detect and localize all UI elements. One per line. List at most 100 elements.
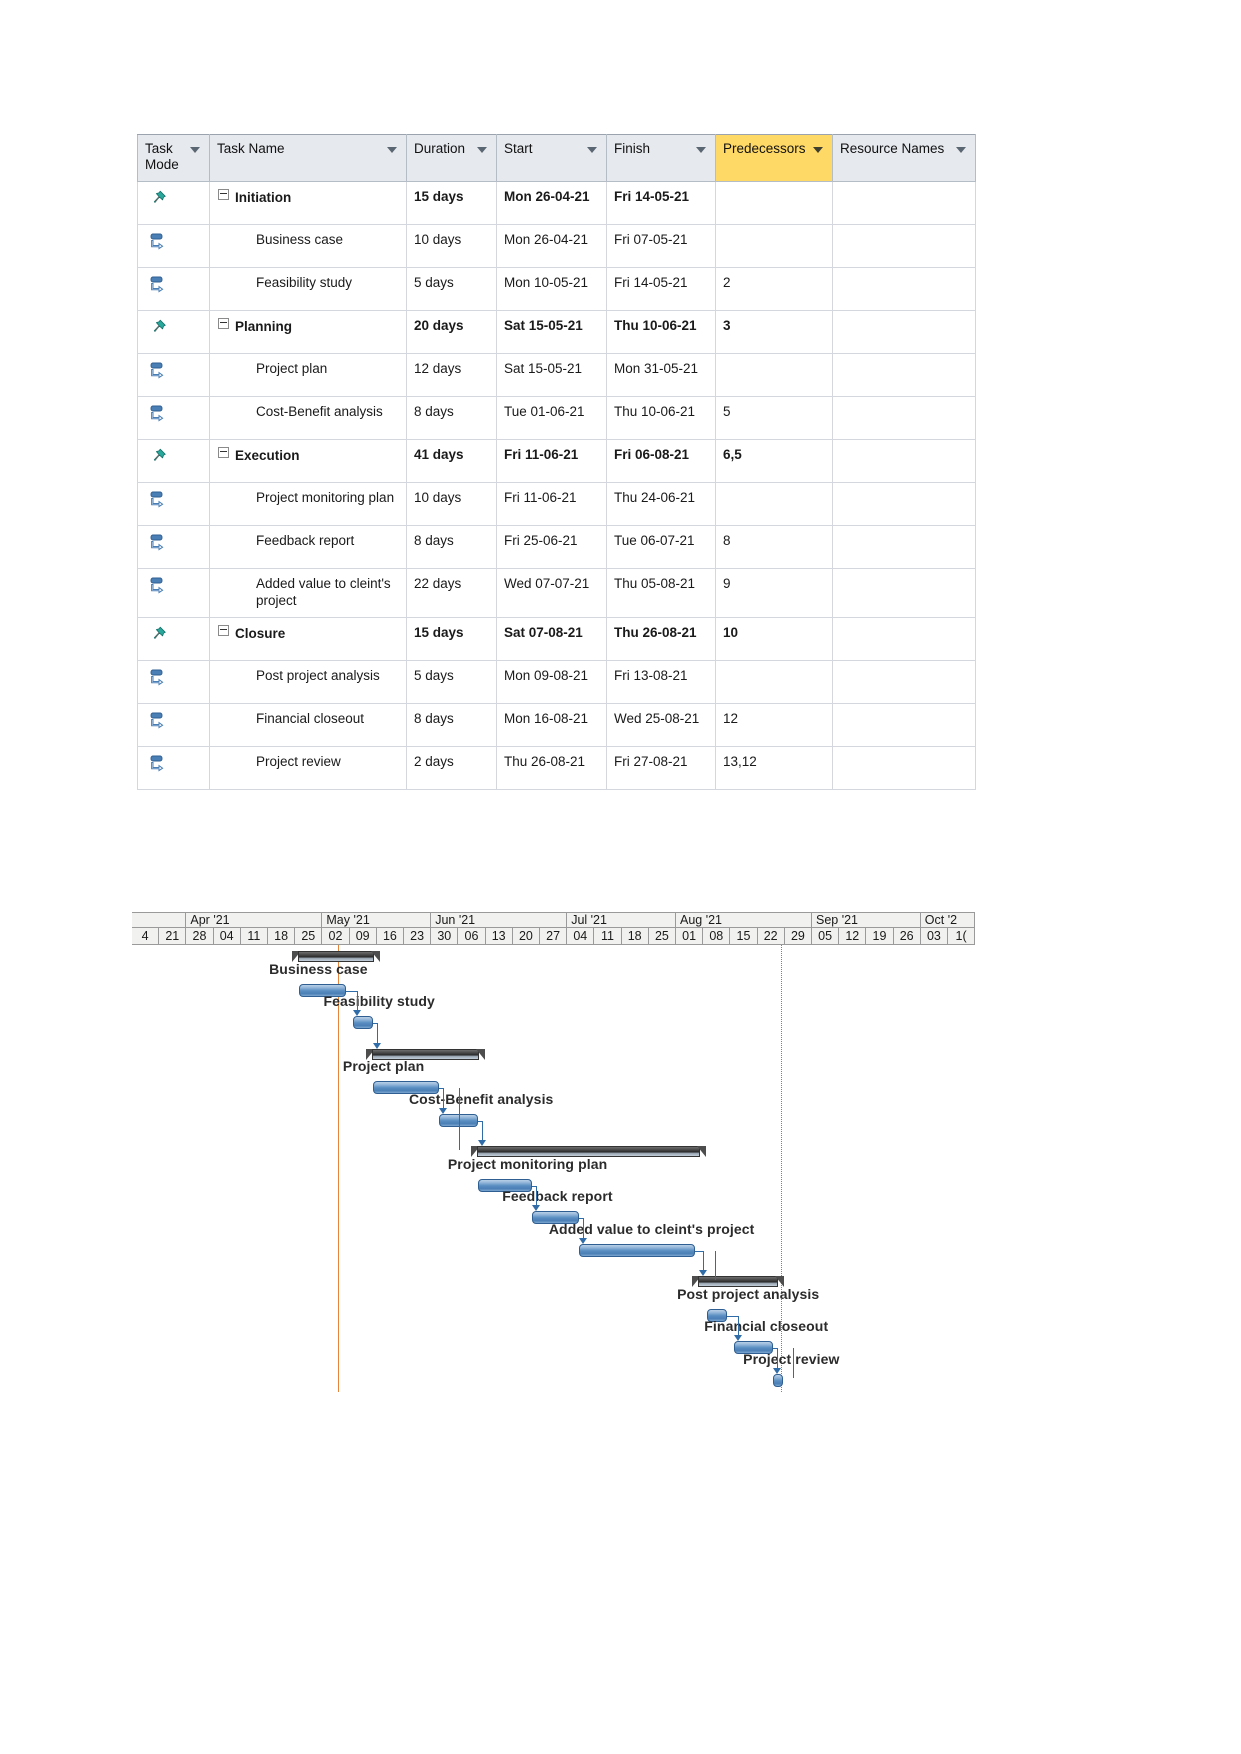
column-header-predecessors[interactable]: Predecessors (715, 134, 833, 182)
table-row[interactable]: Business case 10 days Mon 26-04-21 Fri 07-0… (137, 224, 976, 268)
table-row[interactable]: Project review 2 days Thu 26-08-21 Fri 27-0… (137, 746, 976, 790)
manual-task-icon[interactable] (150, 668, 170, 688)
cell-finish[interactable]: Fri 14-05-21 (606, 267, 716, 311)
table-row[interactable]: Feedback report 8 days Fri 25-06-21 Tue 06-… (137, 525, 976, 569)
cell-start[interactable]: Mon 26-04-21 (496, 181, 607, 225)
pin-icon[interactable] (150, 625, 168, 643)
table-row[interactable]: Closure 15 days Sat 07-08-21 Thu 26-08-21 10 (137, 617, 976, 661)
cell-finish[interactable]: Fri 13-08-21 (606, 660, 716, 704)
cell-finish[interactable]: Fri 27-08-21 (606, 746, 716, 790)
cell-task-name[interactable]: Post project analysis (209, 660, 407, 704)
manual-task-icon[interactable] (150, 576, 170, 596)
cell-task-name[interactable]: Project plan (209, 353, 407, 397)
cell-finish[interactable]: Fri 14-05-21 (606, 181, 716, 225)
collapse-toggle-icon[interactable] (218, 447, 229, 458)
cell-resource-names[interactable] (832, 396, 976, 440)
cell-start[interactable]: Thu 26-08-21 (496, 746, 607, 790)
cell-predecessors[interactable]: 6,5 (715, 439, 833, 483)
cell-duration[interactable]: 2 days (406, 746, 497, 790)
cell-task-mode[interactable] (137, 353, 210, 397)
manual-task-icon[interactable] (150, 533, 170, 553)
cell-resource-names[interactable] (832, 482, 976, 526)
cell-start[interactable]: Sat 15-05-21 (496, 310, 607, 354)
cell-start[interactable]: Mon 16-08-21 (496, 703, 607, 747)
collapse-toggle-icon[interactable] (218, 318, 229, 329)
cell-start[interactable]: Sat 07-08-21 (496, 617, 607, 661)
filter-arrow-icon[interactable] (387, 147, 397, 153)
manual-task-icon[interactable] (150, 754, 170, 774)
cell-start[interactable]: Fri 11-06-21 (496, 439, 607, 483)
manual-task-icon[interactable] (150, 404, 170, 424)
cell-task-mode[interactable] (137, 660, 210, 704)
cell-finish[interactable]: Thu 10-06-21 (606, 396, 716, 440)
cell-task-name[interactable]: Closure (209, 617, 407, 661)
cell-predecessors[interactable] (715, 482, 833, 526)
cell-finish[interactable]: Thu 26-08-21 (606, 617, 716, 661)
cell-duration[interactable]: 41 days (406, 439, 497, 483)
cell-duration[interactable]: 5 days (406, 660, 497, 704)
cell-task-mode[interactable] (137, 703, 210, 747)
cell-predecessors[interactable]: 2 (715, 267, 833, 311)
pin-icon[interactable] (150, 447, 168, 465)
cell-finish[interactable]: Fri 06-08-21 (606, 439, 716, 483)
cell-start[interactable]: Mon 09-08-21 (496, 660, 607, 704)
cell-finish[interactable]: Wed 25-08-21 (606, 703, 716, 747)
filter-arrow-icon[interactable] (587, 147, 597, 153)
table-row[interactable]: Initiation 15 days Mon 26-04-21 Fri 14-05-2… (137, 181, 976, 225)
cell-duration[interactable]: 15 days (406, 617, 497, 661)
cell-start[interactable]: Fri 11-06-21 (496, 482, 607, 526)
collapse-toggle-icon[interactable] (218, 624, 229, 636)
cell-predecessors[interactable]: 12 (715, 703, 833, 747)
table-row[interactable]: Project monitoring plan 10 days Fri 11-06-… (137, 482, 976, 526)
cell-duration[interactable]: 15 days (406, 181, 497, 225)
cell-resource-names[interactable] (832, 746, 976, 790)
cell-duration[interactable]: 10 days (406, 224, 497, 268)
cell-duration[interactable]: 22 days (406, 568, 497, 618)
cell-start[interactable]: Tue 01-06-21 (496, 396, 607, 440)
cell-predecessors[interactable]: 13,12 (715, 746, 833, 790)
filter-arrow-icon[interactable] (956, 147, 966, 153)
cell-task-name[interactable]: Feasibility study (209, 267, 407, 311)
filter-arrow-icon[interactable] (813, 147, 823, 153)
cell-predecessors[interactable]: 10 (715, 617, 833, 661)
cell-duration[interactable]: 8 days (406, 396, 497, 440)
cell-duration[interactable]: 10 days (406, 482, 497, 526)
cell-finish[interactable]: Thu 05-08-21 (606, 568, 716, 618)
cell-predecessors[interactable]: 8 (715, 525, 833, 569)
cell-start[interactable]: Mon 26-04-21 (496, 224, 607, 268)
cell-task-name[interactable]: Planning (209, 310, 407, 354)
table-row[interactable]: Cost-Benefit analysis 8 days Tue 01-06-21 T… (137, 396, 976, 440)
table-row[interactable]: Post project analysis 5 days Mon 09-08-21 F… (137, 660, 976, 704)
cell-predecessors[interactable]: 5 (715, 396, 833, 440)
cell-finish[interactable]: Mon 31-05-21 (606, 353, 716, 397)
table-row[interactable]: Feasibility study 5 days Mon 10-05-21 Fri 1… (137, 267, 976, 311)
gantt-task-bar[interactable] (773, 1373, 784, 1387)
cell-predecessors[interactable] (715, 181, 833, 225)
cell-finish[interactable]: Tue 06-07-21 (606, 525, 716, 569)
cell-duration[interactable]: 8 days (406, 525, 497, 569)
cell-predecessors[interactable] (715, 224, 833, 268)
cell-duration[interactable]: 8 days (406, 703, 497, 747)
cell-task-name[interactable]: Feedback report (209, 525, 407, 569)
cell-task-name[interactable]: Project review (209, 746, 407, 790)
cell-task-mode[interactable] (137, 482, 210, 526)
cell-predecessors[interactable]: 9 (715, 568, 833, 618)
cell-resource-names[interactable] (832, 525, 976, 569)
cell-resource-names[interactable] (832, 617, 976, 661)
column-header-duration[interactable]: Duration (406, 134, 497, 182)
cell-resource-names[interactable] (832, 181, 976, 225)
cell-resource-names[interactable] (832, 439, 976, 483)
cell-resource-names[interactable] (832, 568, 976, 618)
cell-predecessors[interactable] (715, 660, 833, 704)
cell-resource-names[interactable] (832, 267, 976, 311)
pin-icon[interactable] (150, 318, 168, 336)
cell-resource-names[interactable] (832, 703, 976, 747)
filter-arrow-icon[interactable] (696, 147, 706, 153)
cell-task-mode[interactable] (137, 267, 210, 311)
cell-task-mode[interactable] (137, 181, 210, 225)
cell-start[interactable]: Sat 15-05-21 (496, 353, 607, 397)
table-row[interactable]: Added value to cleint's project 22 days We… (137, 568, 976, 618)
filter-arrow-icon[interactable] (190, 147, 200, 153)
table-row[interactable]: Financial closeout 8 days Mon 16-08-21 Wed … (137, 703, 976, 747)
column-header-finish[interactable]: Finish (606, 134, 716, 182)
